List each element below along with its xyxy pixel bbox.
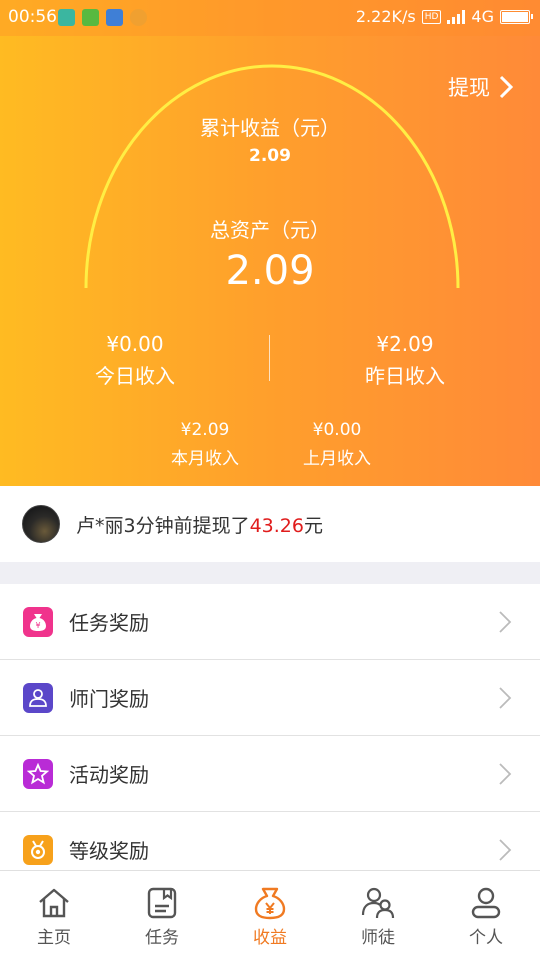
- last-month-income-label: 上月收入: [303, 449, 371, 469]
- status-time: 00:56: [8, 7, 57, 27]
- this-month-income: ¥2.09 本月收入: [150, 420, 260, 469]
- network-speed: 2.22K/s: [355, 7, 416, 26]
- tab-home[interactable]: 主页: [0, 871, 108, 960]
- tab-label: 师徒: [361, 928, 395, 948]
- withdraw-button[interactable]: 提现: [448, 72, 514, 102]
- cumulative-earnings-label: 累计收益（元）: [200, 116, 340, 140]
- income-divider: [269, 335, 270, 381]
- menu-item-task-reward[interactable]: ¥ 任务奖励: [0, 584, 540, 660]
- medal-icon: [23, 834, 53, 865]
- chevron-right-icon: [499, 763, 512, 785]
- menu-item-mentor-reward[interactable]: 师门奖励: [0, 660, 540, 736]
- today-income: ¥0.00 今日收入: [60, 332, 210, 389]
- tab-tasks[interactable]: 任务: [108, 871, 216, 960]
- money-bag-icon: [254, 887, 286, 920]
- withdraw-label: 提现: [448, 76, 490, 100]
- this-month-income-label: 本月收入: [171, 449, 239, 469]
- ticker-amount: 43.26: [249, 514, 304, 537]
- app-icon: [130, 9, 147, 26]
- chevron-right-icon: [499, 687, 512, 709]
- chevron-right-icon: [499, 839, 512, 861]
- total-assets-label: 总资产（元）: [210, 218, 330, 242]
- today-income-amount: ¥0.00: [106, 332, 164, 356]
- network-type: 4G: [471, 7, 494, 26]
- menu-item-label: 活动奖励: [69, 763, 149, 787]
- bottom-tab-bar: 主页 任务 收益 师徒 个人: [0, 870, 540, 960]
- chevron-right-icon: [499, 611, 512, 633]
- money-bag-icon: ¥: [23, 606, 53, 637]
- battery-icon: [500, 9, 533, 24]
- total-assets-value: 2.09: [225, 248, 315, 294]
- earnings-header: 00:56 2.22K/s HD 4G 提现 累计收益（元） 2.09 总资产（…: [0, 0, 540, 486]
- tab-label: 收益: [253, 928, 287, 948]
- menu-item-label: 任务奖励: [69, 611, 149, 635]
- this-month-income-amount: ¥2.09: [180, 420, 230, 440]
- people-icon: [23, 682, 53, 713]
- task-icon: [147, 887, 177, 919]
- reward-menu: ¥ 任务奖励 师门奖励 活动奖励 等级奖励: [0, 584, 540, 888]
- refresh-icon: [82, 9, 99, 26]
- person-icon: [471, 887, 501, 919]
- home-icon: [39, 888, 69, 918]
- ticker-message: 卢*丽3分钟前提现了: [76, 514, 250, 537]
- cumulative-earnings-value: 2.09: [249, 146, 291, 166]
- yesterday-income: ¥2.09 昨日收入: [330, 332, 480, 389]
- tab-label: 个人: [469, 928, 503, 948]
- status-bar: 00:56 2.22K/s HD 4G: [0, 0, 540, 36]
- ticker-text: 卢*丽3分钟前提现了43.26元: [76, 511, 323, 538]
- yesterday-income-label: 昨日收入: [365, 364, 445, 388]
- menu-item-activity-reward[interactable]: 活动奖励: [0, 736, 540, 812]
- withdraw-ticker: 卢*丽3分钟前提现了43.26元: [0, 486, 540, 562]
- menu-item-label: 等级奖励: [69, 839, 149, 863]
- last-month-income: ¥0.00 上月收入: [282, 420, 392, 469]
- scan-icon: [58, 9, 75, 26]
- message-icon: [106, 9, 123, 26]
- tab-earnings[interactable]: 收益: [216, 871, 324, 960]
- signal-icon: [447, 9, 466, 24]
- star-icon: [23, 758, 53, 789]
- tab-profile[interactable]: 个人: [432, 871, 540, 960]
- yesterday-income-amount: ¥2.09: [376, 332, 434, 356]
- today-income-label: 今日收入: [95, 364, 175, 388]
- ticker-unit: 元: [304, 514, 324, 537]
- hd-badge: HD: [421, 9, 442, 24]
- tab-label: 任务: [145, 928, 179, 948]
- chevron-right-icon: [499, 75, 514, 99]
- menu-item-label: 师门奖励: [69, 687, 149, 711]
- avatar: [22, 505, 60, 543]
- mentor-icon: [361, 887, 395, 919]
- last-month-income-amount: ¥0.00: [312, 420, 362, 440]
- svg-text:¥: ¥: [35, 621, 40, 630]
- tab-mentor[interactable]: 师徒: [324, 871, 432, 960]
- tab-label: 主页: [37, 928, 71, 948]
